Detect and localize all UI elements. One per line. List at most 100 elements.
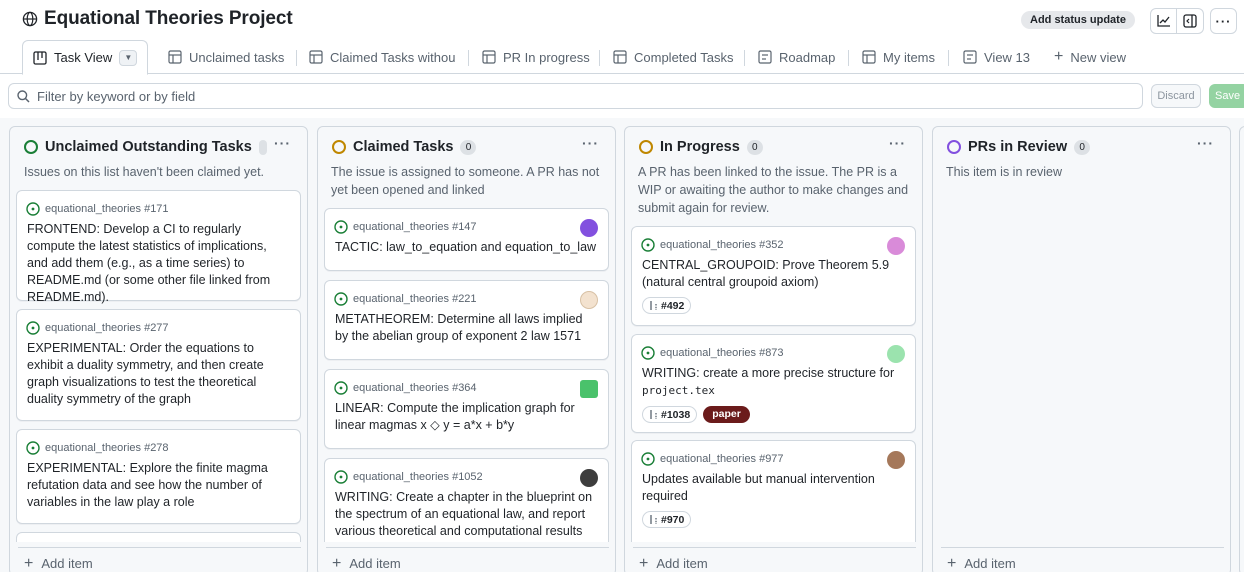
card-meta: equational_theories #171: [26, 202, 169, 216]
panel-button[interactable]: [1177, 8, 1204, 34]
save-button[interactable]: Save: [1209, 84, 1244, 108]
tab-pr-in-progress[interactable]: PR In progress: [482, 40, 590, 74]
tab-divider: [948, 50, 949, 66]
issue-reference[interactable]: equational_theories #364: [353, 382, 477, 394]
avatar[interactable]: [887, 345, 905, 363]
issue-reference[interactable]: equational_theories #221: [353, 293, 477, 305]
card-meta: equational_theories #352: [641, 238, 784, 252]
card-title-text: WRITING: create a more precise structure…: [642, 366, 895, 380]
column-more-icon[interactable]: ···: [1197, 135, 1214, 151]
tab-divider: [599, 50, 600, 66]
issue-reference[interactable]: equational_theories #1052: [353, 471, 483, 483]
add-status-update-button[interactable]: Add status update: [1021, 11, 1135, 29]
plus-icon: +: [1054, 48, 1064, 65]
avatar[interactable]: [580, 380, 598, 398]
card-chips: #970: [642, 511, 692, 528]
more-icon[interactable]: ···: [1210, 8, 1237, 34]
avatar[interactable]: [887, 237, 905, 255]
add-item-button[interactable]: + Add item: [326, 547, 609, 572]
card-title[interactable]: METATHEOREM: Determine all laws implied …: [335, 311, 597, 345]
column-cards: equational_theories #171 FRONTEND: Devel…: [16, 127, 301, 542]
issue-card[interactable]: [16, 532, 301, 542]
tab-new-view[interactable]: + New view: [1054, 40, 1126, 74]
tab-claimed-tasks-without[interactable]: Claimed Tasks withou: [309, 40, 455, 74]
insights-button[interactable]: [1150, 8, 1177, 34]
issue-reference[interactable]: equational_theories #278: [45, 442, 169, 454]
issue-card[interactable]: equational_theories #171 FRONTEND: Devel…: [16, 190, 301, 304]
chevron-down-icon[interactable]: ▼: [119, 49, 138, 66]
column-claimed: Claimed Tasks 0 ··· The issue is assigne…: [317, 126, 616, 572]
card-title[interactable]: CENTRAL_GROUPOID: Prove Theorem 5.9 (nat…: [642, 257, 904, 291]
card-title[interactable]: Updates available but manual interventio…: [642, 471, 904, 505]
plus-icon: +: [332, 554, 342, 572]
add-item-button[interactable]: + Add item: [633, 547, 916, 572]
tab-task-view[interactable]: Task View ▼: [22, 40, 149, 75]
linked-pr-chip[interactable]: #1038: [642, 406, 698, 423]
card-chips: #492: [642, 297, 692, 314]
issue-card[interactable]: equational_theories #147 TACTIC: law_to_…: [324, 208, 609, 271]
table-icon: [862, 50, 876, 64]
card-title[interactable]: WRITING: Create a chapter in the bluepri…: [335, 489, 597, 540]
column-unclaimed: Unclaimed Outstanding Tasks ··· Issues o…: [9, 126, 308, 572]
avatar[interactable]: [580, 219, 598, 237]
label-paper[interactable]: paper: [703, 406, 750, 423]
issue-reference[interactable]: equational_theories #873: [660, 347, 784, 359]
open-issue-icon: [26, 321, 40, 335]
issue-reference[interactable]: equational_theories #352: [660, 239, 784, 251]
card-title[interactable]: EXPERIMENTAL: Order the equations to exh…: [27, 340, 289, 408]
linked-pr-chip[interactable]: #492: [642, 297, 692, 314]
card-meta: equational_theories #364: [334, 381, 477, 395]
table-icon: [168, 50, 182, 64]
issue-reference[interactable]: equational_theories #277: [45, 322, 169, 334]
column-description: This item is in review: [946, 165, 1062, 179]
issue-card[interactable]: equational_theories #977 Updates availab…: [631, 440, 916, 542]
issue-reference[interactable]: equational_theories #147: [353, 221, 477, 233]
avatar[interactable]: [580, 291, 598, 309]
issue-card[interactable]: equational_theories #278 EXPERIMENTAL: E…: [16, 429, 301, 524]
issue-reference[interactable]: equational_theories #171: [45, 203, 169, 215]
column-prs-in-review: PRs in Review 0 ··· This item is in revi…: [932, 126, 1231, 572]
avatar[interactable]: [580, 469, 598, 487]
discard-button[interactable]: Discard: [1151, 84, 1201, 108]
tab-view-13[interactable]: View 13: [963, 40, 1030, 74]
issue-card[interactable]: equational_theories #352 CENTRAL_GROUPOI…: [631, 226, 916, 326]
issue-card[interactable]: equational_theories #873 WRITING: create…: [631, 334, 916, 433]
tab-completed-tasks[interactable]: Completed Tasks: [613, 40, 733, 74]
card-title[interactable]: WRITING: create a more precise structure…: [642, 365, 904, 399]
panel-icon: [1183, 14, 1197, 28]
tab-label: Task View: [54, 50, 113, 65]
tab-unclaimed-tasks[interactable]: Unclaimed tasks: [168, 40, 284, 74]
tab-divider: [468, 50, 469, 66]
card-title[interactable]: TACTIC: law_to_equation and equation_to_…: [335, 239, 597, 256]
board: Unclaimed Outstanding Tasks ··· Issues o…: [0, 118, 1244, 572]
card-chips: #1038 paper: [642, 406, 750, 423]
issue-card[interactable]: equational_theories #221 METATHEOREM: De…: [324, 280, 609, 360]
add-item-button[interactable]: + Add item: [18, 547, 301, 572]
issue-reference[interactable]: equational_theories #977: [660, 453, 784, 465]
title-wrap: Equational Theories Project: [22, 8, 293, 30]
issue-card[interactable]: equational_theories #1052 WRITING: Creat…: [324, 458, 609, 542]
tab-label: Unclaimed tasks: [189, 49, 285, 65]
card-title-code: project.tex: [642, 384, 715, 397]
add-item-button[interactable]: + Add item: [941, 547, 1224, 572]
plus-icon: +: [947, 554, 957, 572]
issue-card[interactable]: equational_theories #277 EXPERIMENTAL: O…: [16, 309, 301, 421]
filter-input[interactable]: Filter by keyword or by field: [8, 83, 1143, 109]
open-issue-icon: [641, 238, 655, 252]
insights-icon: [1156, 15, 1170, 27]
tab-label: Completed Tasks: [634, 49, 734, 65]
plus-icon: +: [24, 554, 34, 572]
tab-my-items[interactable]: My items: [862, 40, 935, 74]
card-title[interactable]: LINEAR: Compute the implication graph fo…: [335, 400, 597, 434]
column-count: 0: [1074, 139, 1091, 155]
avatar[interactable]: [887, 451, 905, 469]
linked-pr-number: #970: [661, 513, 685, 526]
card-meta: equational_theories #873: [641, 346, 784, 360]
tab-roadmap[interactable]: Roadmap: [758, 40, 835, 74]
linked-pr-chip[interactable]: #970: [642, 511, 692, 528]
pull-request-icon: [650, 301, 657, 310]
card-title[interactable]: EXPERIMENTAL: Explore the finite magma r…: [27, 460, 289, 511]
add-item-label: Add item: [964, 556, 1016, 571]
card-title[interactable]: FRONTEND: Develop a CI to regularly comp…: [27, 221, 289, 306]
issue-card[interactable]: equational_theories #364 LINEAR: Compute…: [324, 369, 609, 449]
